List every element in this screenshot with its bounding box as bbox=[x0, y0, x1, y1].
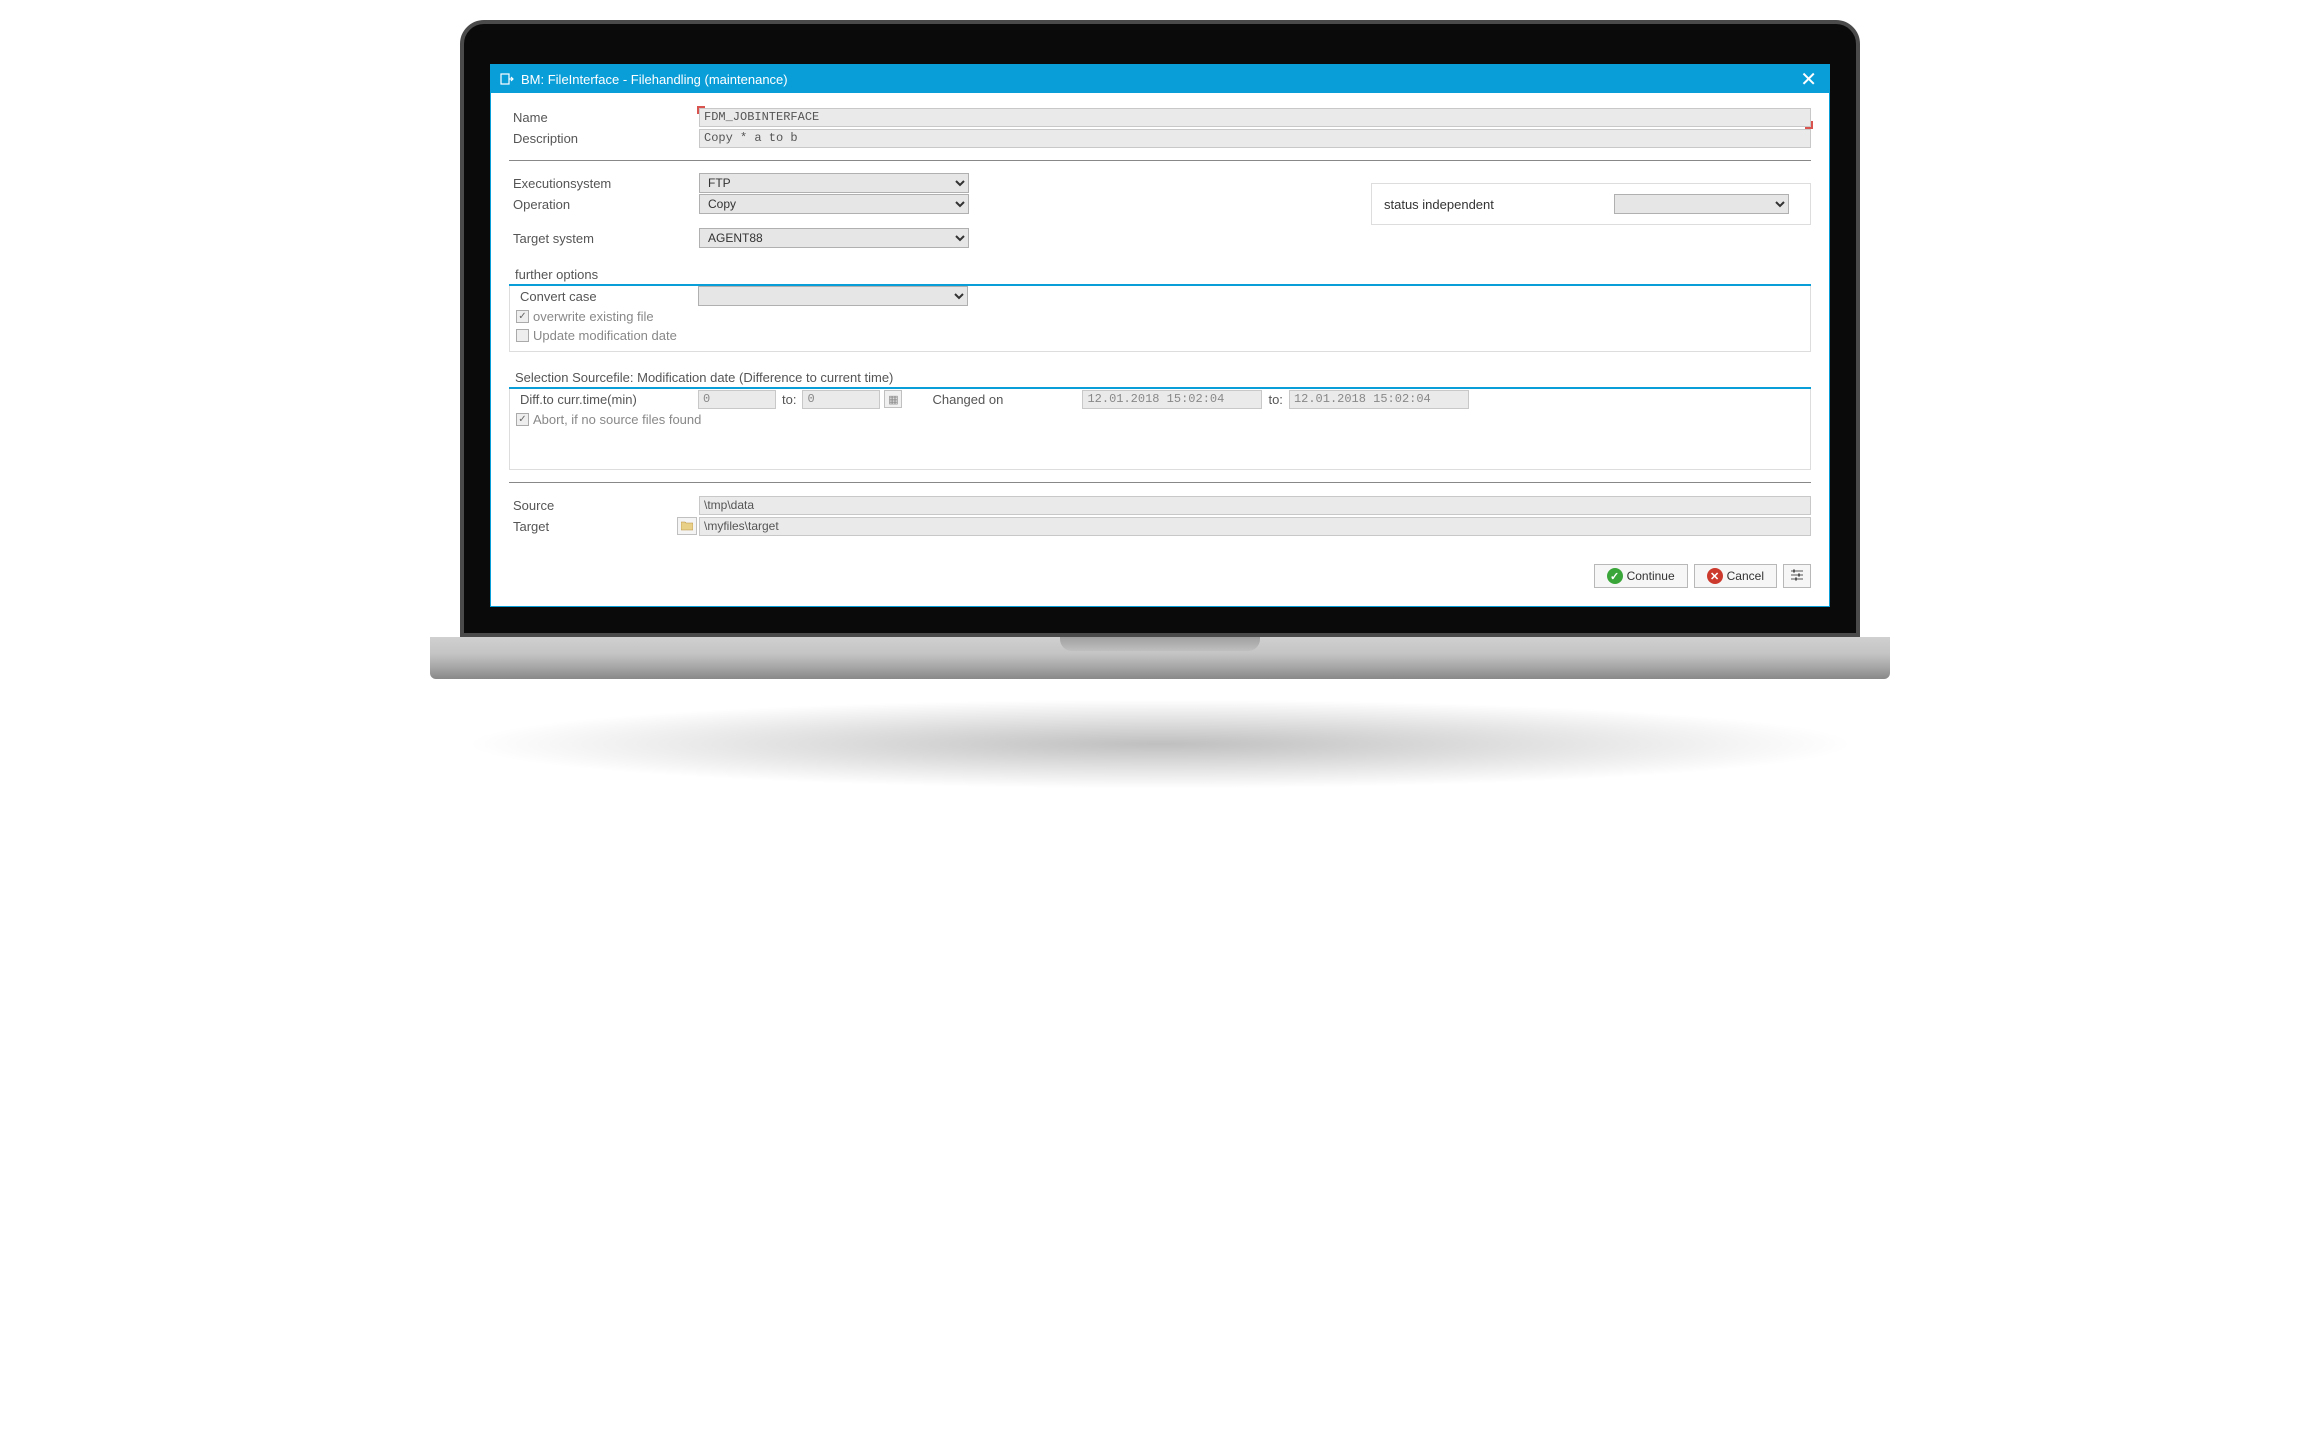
titlebar: BM: FileInterface - Filehandling (mainte… bbox=[491, 65, 1829, 93]
abort-checkbox[interactable]: ✓ bbox=[516, 413, 529, 426]
required-corner-icon bbox=[697, 106, 705, 114]
selection-sourcefile-group: Selection Sourcefile: Modification date … bbox=[509, 370, 1811, 470]
convert-case-label: Convert case bbox=[516, 289, 698, 304]
target-system-label: Target system bbox=[509, 231, 699, 246]
further-options-title: further options bbox=[509, 267, 1811, 286]
source-label: Source bbox=[509, 498, 699, 513]
status-select[interactable] bbox=[1614, 194, 1789, 214]
calendar-icon[interactable]: ▦ bbox=[884, 390, 902, 408]
cancel-icon: ✕ bbox=[1707, 568, 1723, 584]
target-system-select[interactable]: AGENT88 bbox=[699, 228, 969, 248]
further-options-group: further options Convert case ✓ overwrite… bbox=[509, 267, 1811, 352]
status-independent-label: status independent bbox=[1384, 197, 1494, 212]
convert-case-select[interactable] bbox=[698, 286, 968, 306]
operation-label: Operation bbox=[509, 197, 699, 212]
laptop-base bbox=[430, 637, 1890, 679]
changed-to-field[interactable] bbox=[1289, 390, 1469, 409]
selection-title: Selection Sourcefile: Modification date … bbox=[509, 370, 1811, 389]
sliders-icon bbox=[1790, 569, 1804, 584]
abort-label: Abort, if no source files found bbox=[533, 412, 701, 427]
laptop-frame: BM: FileInterface - Filehandling (mainte… bbox=[460, 20, 1860, 789]
executionsystem-label: Executionsystem bbox=[509, 176, 699, 191]
source-field[interactable] bbox=[699, 496, 1811, 515]
target-field[interactable] bbox=[699, 517, 1811, 536]
divider bbox=[509, 160, 1811, 161]
name-field[interactable] bbox=[699, 108, 1811, 127]
overwrite-label: overwrite existing file bbox=[533, 309, 654, 324]
window-icon bbox=[499, 71, 515, 87]
close-icon[interactable]: ✕ bbox=[1796, 67, 1821, 92]
settings-button[interactable] bbox=[1783, 564, 1811, 588]
required-corner-icon bbox=[1805, 121, 1813, 129]
operation-select[interactable]: Copy bbox=[699, 194, 969, 214]
target-label-wrap: Target bbox=[509, 517, 699, 535]
cancel-button[interactable]: ✕ Cancel bbox=[1694, 564, 1777, 588]
continue-button[interactable]: ✓ Continue bbox=[1594, 564, 1688, 588]
diff-time-label: Diff.to curr.time(min) bbox=[516, 392, 698, 407]
dialog-window: BM: FileInterface - Filehandling (mainte… bbox=[490, 64, 1830, 607]
to-label-1: to: bbox=[782, 392, 796, 407]
overwrite-checkbox[interactable]: ✓ bbox=[516, 310, 529, 323]
description-field[interactable] bbox=[699, 129, 1811, 148]
target-label: Target bbox=[513, 519, 677, 534]
name-label: Name bbox=[509, 110, 699, 125]
button-row: ✓ Continue ✕ Cancel bbox=[509, 564, 1811, 588]
update-moddate-label: Update modification date bbox=[533, 328, 677, 343]
laptop-screen: BM: FileInterface - Filehandling (mainte… bbox=[460, 20, 1860, 637]
continue-label: Continue bbox=[1627, 569, 1675, 583]
changed-on-label: Changed on bbox=[932, 392, 1082, 407]
to-label-2: to: bbox=[1268, 392, 1282, 407]
window-title: BM: FileInterface - Filehandling (mainte… bbox=[521, 72, 1796, 87]
diff-from-field[interactable] bbox=[698, 390, 776, 409]
update-moddate-checkbox[interactable] bbox=[516, 329, 529, 342]
check-icon: ✓ bbox=[1607, 568, 1623, 584]
laptop-shadow bbox=[460, 699, 1860, 789]
status-box: status independent bbox=[1371, 183, 1811, 225]
executionsystem-select[interactable]: FTP bbox=[699, 173, 969, 193]
folder-icon[interactable] bbox=[677, 517, 697, 535]
changed-from-field[interactable] bbox=[1082, 390, 1262, 409]
dialog-content: Name Description Executi bbox=[491, 93, 1829, 606]
cancel-label: Cancel bbox=[1727, 569, 1764, 583]
divider bbox=[509, 482, 1811, 483]
diff-to-field[interactable] bbox=[802, 390, 880, 409]
description-label: Description bbox=[509, 131, 699, 146]
